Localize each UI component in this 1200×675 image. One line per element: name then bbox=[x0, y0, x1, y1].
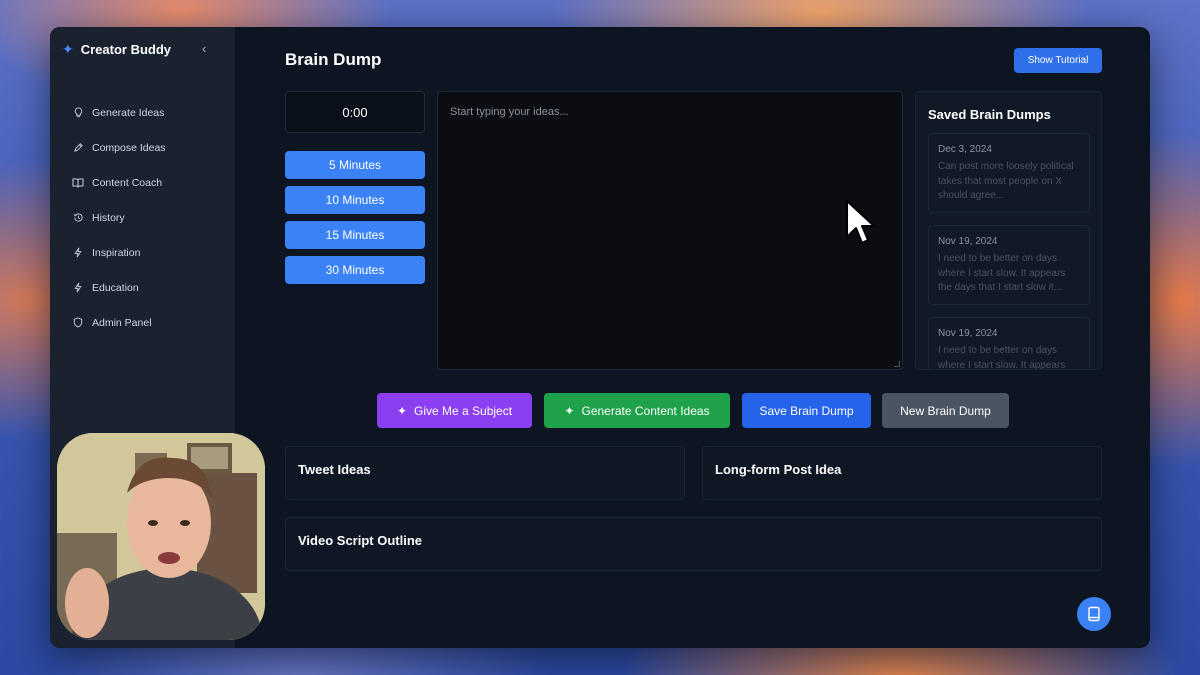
10-minutes-button[interactable]: 10 Minutes bbox=[285, 186, 425, 214]
brand: ✦ Creator Buddy bbox=[62, 41, 171, 58]
pen-icon bbox=[72, 142, 84, 154]
history-icon bbox=[72, 212, 84, 224]
saved-item-date: Nov 19, 2024 bbox=[938, 236, 998, 247]
generate-content-ideas-button[interactable]: ✦ Generate Content Ideas bbox=[544, 393, 730, 428]
sidebar-item-content-coach[interactable]: Content Coach bbox=[72, 165, 166, 200]
lightning-icon bbox=[72, 282, 84, 294]
sidebar-item-history[interactable]: History bbox=[72, 200, 166, 235]
brand-name: Creator Buddy bbox=[80, 42, 172, 57]
resize-handle[interactable] bbox=[894, 361, 900, 367]
sidebar-nav: Generate Ideas Compose Ideas Content Coa… bbox=[72, 95, 166, 340]
30-minutes-button[interactable]: 30 Minutes bbox=[285, 256, 425, 284]
sidebar-item-label: Education bbox=[92, 281, 139, 294]
saved-item-preview: I need to be better on days where I star… bbox=[938, 253, 1066, 293]
sparkle-icon: ✦ bbox=[396, 403, 407, 418]
sidebar-item-label: Admin Panel bbox=[92, 316, 152, 329]
saved-item-preview: I need to be better on days where I star… bbox=[938, 345, 1066, 370]
save-brain-dump-button[interactable]: Save Brain Dump bbox=[742, 393, 871, 428]
show-tutorial-button[interactable]: Show Tutorial bbox=[1014, 48, 1102, 73]
saved-item[interactable]: Dec 3, 2024 Can post more loosely politi… bbox=[928, 133, 1090, 213]
15-minutes-button[interactable]: 15 Minutes bbox=[285, 221, 425, 249]
sidebar-item-label: Inspiration bbox=[92, 246, 141, 259]
video-script-outline-title: Video Script Outline bbox=[298, 533, 423, 548]
sidebar-item-label: History bbox=[92, 211, 125, 224]
sidebar-item-education[interactable]: Education bbox=[72, 270, 166, 305]
tweet-ideas-title: Tweet Ideas bbox=[298, 462, 371, 477]
saved-item[interactable]: Nov 19, 2024 I need to be better on days… bbox=[928, 317, 1090, 370]
presenter-video bbox=[57, 433, 265, 640]
sidebar-item-compose-ideas[interactable]: Compose Ideas bbox=[72, 130, 166, 165]
saved-brain-dumps-panel: Saved Brain Dumps Dec 3, 2024 Can post m… bbox=[915, 91, 1102, 370]
book-open-icon bbox=[72, 177, 84, 189]
sidebar-item-label: Compose Ideas bbox=[92, 141, 166, 154]
sidebar-item-admin-panel[interactable]: Admin Panel bbox=[72, 305, 166, 340]
button-label: Give Me a Subject bbox=[414, 403, 513, 418]
sidebar-item-generate-ideas[interactable]: Generate Ideas bbox=[72, 95, 166, 130]
textarea-placeholder: Start typing your ideas... bbox=[450, 106, 569, 118]
saved-item-date: Dec 3, 2024 bbox=[938, 144, 992, 155]
mouse-cursor-icon bbox=[846, 200, 875, 244]
long-form-post-panel: Long-form Post Idea bbox=[702, 446, 1102, 500]
sparkle-icon: ✦ bbox=[564, 403, 575, 418]
sparkle-icon: ✦ bbox=[62, 41, 74, 57]
lightbulb-icon bbox=[72, 107, 84, 119]
saved-brain-dumps-title: Saved Brain Dumps bbox=[928, 107, 1051, 122]
saved-item[interactable]: Nov 19, 2024 I need to be better on days… bbox=[928, 225, 1090, 305]
button-label: Generate Content Ideas bbox=[581, 403, 710, 418]
timer-display: 0:00 bbox=[285, 91, 425, 133]
main-content: Brain Dump Show Tutorial 0:00 5 Minutes … bbox=[235, 27, 1150, 648]
saved-item-date: Nov 19, 2024 bbox=[938, 328, 998, 339]
webcam-overlay bbox=[57, 433, 265, 640]
5-minutes-button[interactable]: 5 Minutes bbox=[285, 151, 425, 179]
tweet-ideas-panel: Tweet Ideas bbox=[285, 446, 685, 500]
lightning-icon bbox=[72, 247, 84, 259]
book-icon-button[interactable] bbox=[1077, 597, 1111, 631]
page-title: Brain Dump bbox=[285, 50, 382, 69]
long-form-post-title: Long-form Post Idea bbox=[715, 462, 842, 477]
sidebar-item-inspiration[interactable]: Inspiration bbox=[72, 235, 166, 270]
video-script-outline-panel: Video Script Outline bbox=[285, 517, 1102, 571]
saved-list: Dec 3, 2024 Can post more loosely politi… bbox=[928, 133, 1090, 370]
sidebar-item-label: Generate Ideas bbox=[92, 106, 165, 119]
book-icon bbox=[1088, 606, 1100, 622]
sidebar-item-label: Content Coach bbox=[92, 176, 163, 189]
saved-item-preview: Can post more loosely political takes th… bbox=[938, 161, 1074, 201]
chevron-left-icon[interactable]: ‹ bbox=[202, 41, 206, 56]
new-brain-dump-button[interactable]: New Brain Dump bbox=[882, 393, 1009, 428]
shield-icon bbox=[72, 317, 84, 329]
give-me-a-subject-button[interactable]: ✦ Give Me a Subject bbox=[377, 393, 532, 428]
brain-dump-textarea[interactable]: Start typing your ideas... bbox=[437, 91, 903, 370]
